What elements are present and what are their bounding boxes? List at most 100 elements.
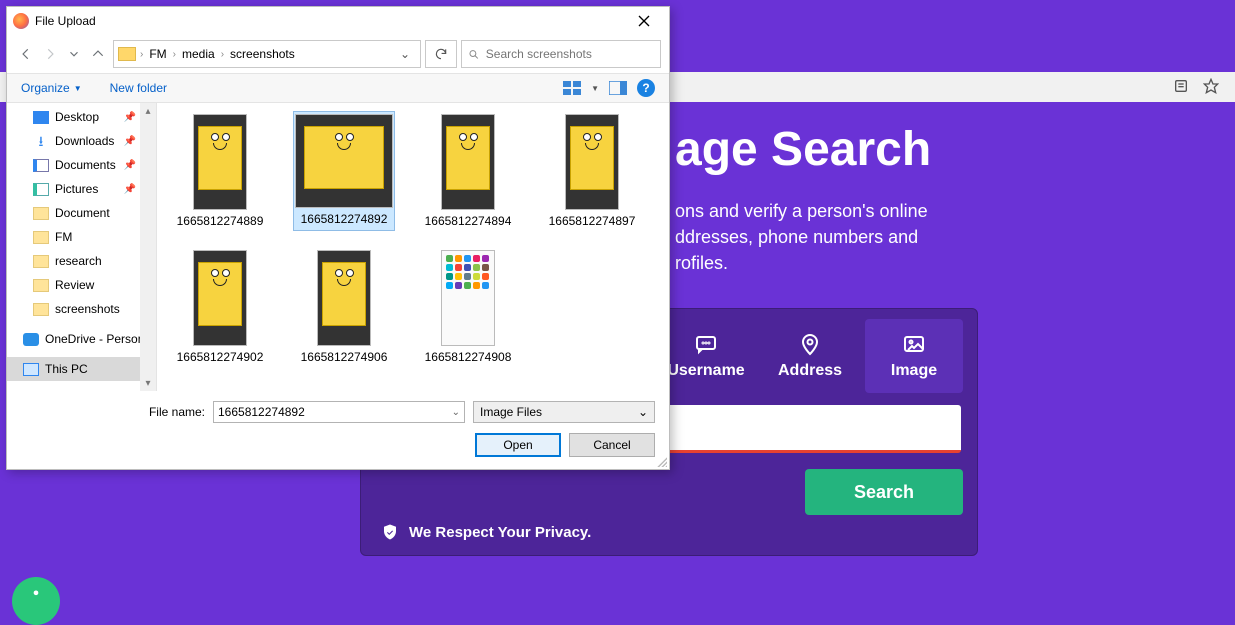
sidebar-item-label: Documents bbox=[55, 158, 116, 172]
file-label: 1665812274908 bbox=[425, 350, 512, 364]
file-list[interactable]: 1665812274889 1665812274892 1665812274894 1… bbox=[157, 103, 669, 391]
breadcrumb-dropdown[interactable]: ⌄ bbox=[394, 47, 416, 61]
sidebar-item-label: Review bbox=[55, 278, 94, 292]
thumbnails-icon bbox=[563, 81, 581, 95]
file-thumbnail bbox=[317, 250, 371, 346]
firefox-icon bbox=[13, 13, 29, 29]
image-icon bbox=[902, 332, 926, 356]
arrow-left-icon bbox=[19, 47, 33, 61]
file-item[interactable]: 1665812274889 bbox=[169, 111, 271, 231]
star-icon[interactable] bbox=[1203, 78, 1219, 97]
close-button[interactable] bbox=[625, 7, 663, 35]
sidebar-scrollbar[interactable]: ▴ ▾ bbox=[140, 103, 156, 391]
pc-icon bbox=[23, 363, 39, 376]
pic-icon bbox=[33, 183, 49, 196]
chevron-down-icon[interactable]: ⌄ bbox=[452, 407, 460, 418]
sidebar-this-pc[interactable]: This PC bbox=[7, 357, 156, 381]
sidebar-item-label: research bbox=[55, 254, 102, 268]
tab-username[interactable]: Username bbox=[657, 319, 755, 393]
organize-menu[interactable]: Organize ▼ bbox=[21, 81, 82, 95]
sidebar-item-label: Pictures bbox=[55, 182, 98, 196]
new-folder-button[interactable]: New folder bbox=[110, 81, 167, 95]
filetype-select[interactable]: Image Files ⌄ bbox=[473, 401, 655, 423]
view-mode-button[interactable] bbox=[563, 81, 581, 95]
sidebar-item-fm[interactable]: FM bbox=[7, 225, 156, 249]
breadcrumb[interactable]: › FM › media › screenshots ⌄ bbox=[113, 40, 421, 68]
open-button[interactable]: Open bbox=[475, 433, 561, 457]
nav-back-button[interactable] bbox=[15, 43, 37, 65]
file-label: 1665812274889 bbox=[177, 214, 264, 228]
reader-icon[interactable] bbox=[1173, 78, 1189, 97]
sidebar-item-downloads[interactable]: ⭳Downloads📌 bbox=[7, 129, 156, 153]
sidebar-item-document[interactable]: Document bbox=[7, 201, 156, 225]
pin-icon: 📌 bbox=[124, 112, 136, 123]
chevron-right-icon: › bbox=[140, 49, 143, 60]
filename-label: File name: bbox=[149, 405, 205, 419]
doc-icon bbox=[33, 159, 49, 172]
sidebar-item-documents[interactable]: Documents 📌 bbox=[7, 153, 156, 177]
sidebar-item-screenshots[interactable]: screenshots bbox=[7, 297, 156, 321]
shield-icon bbox=[381, 523, 399, 541]
pin-icon: 📌 bbox=[124, 160, 136, 171]
refresh-button[interactable] bbox=[425, 40, 457, 68]
page-description: ons and verify a person's online ddresse… bbox=[675, 198, 928, 276]
preview-pane-button[interactable] bbox=[609, 81, 627, 95]
search-box[interactable] bbox=[461, 40, 661, 68]
tab-address[interactable]: Address bbox=[761, 319, 859, 393]
caret-down-icon: ▼ bbox=[74, 84, 82, 93]
file-thumbnail bbox=[441, 250, 495, 346]
file-thumbnail bbox=[565, 114, 619, 210]
folder-icon bbox=[33, 207, 49, 220]
file-label: 1665812274906 bbox=[301, 350, 388, 364]
resize-grip[interactable] bbox=[655, 455, 667, 467]
caret-down-icon[interactable]: ▼ bbox=[591, 84, 599, 93]
sidebar-item-research[interactable]: research bbox=[7, 249, 156, 273]
breadcrumb-item-media[interactable]: media bbox=[178, 47, 219, 61]
folder-icon bbox=[33, 231, 49, 244]
search-input[interactable] bbox=[486, 47, 654, 61]
file-upload-dialog: File Upload › FM › media › screenshots ⌄ bbox=[6, 6, 670, 470]
dialog-title: File Upload bbox=[35, 14, 625, 28]
nav-up-button[interactable] bbox=[87, 43, 109, 65]
scroll-down-icon[interactable]: ▾ bbox=[140, 375, 156, 391]
sidebar-item-review[interactable]: Review bbox=[7, 273, 156, 297]
chat-icon bbox=[694, 332, 718, 356]
file-item[interactable]: 1665812274897 bbox=[541, 111, 643, 231]
page-title: age Search bbox=[675, 122, 931, 177]
privacy-note: We Respect Your Privacy. bbox=[381, 523, 591, 541]
dialog-navbar: › FM › media › screenshots ⌄ bbox=[7, 35, 669, 73]
file-item[interactable]: 1665812274906 bbox=[293, 247, 395, 367]
cancel-button[interactable]: Cancel bbox=[569, 433, 655, 457]
search-button[interactable]: Search bbox=[805, 469, 963, 515]
sidebar-onedrive[interactable]: OneDrive - Person bbox=[7, 327, 156, 351]
file-item[interactable]: 1665812274894 bbox=[417, 111, 519, 231]
accessibility-icon bbox=[22, 587, 50, 615]
pin-icon bbox=[798, 332, 822, 356]
file-thumbnail bbox=[193, 250, 247, 346]
file-item[interactable]: 1665812274902 bbox=[169, 247, 271, 367]
breadcrumb-item-fm[interactable]: FM bbox=[145, 47, 170, 61]
chevron-right-icon: › bbox=[221, 49, 224, 60]
breadcrumb-item-screenshots[interactable]: screenshots bbox=[226, 47, 299, 61]
filename-value: 1665812274892 bbox=[218, 405, 305, 419]
sidebar-item-desktop[interactable]: Desktop📌 bbox=[7, 105, 156, 129]
sidebar-item-label: FM bbox=[55, 230, 72, 244]
sidebar-item-label: Downloads bbox=[55, 134, 114, 148]
nav-forward-button[interactable] bbox=[39, 43, 61, 65]
tab-image[interactable]: Image bbox=[865, 319, 963, 393]
file-item[interactable]: 1665812274908 bbox=[417, 247, 519, 367]
filename-input[interactable]: 1665812274892 ⌄ bbox=[213, 401, 465, 423]
scroll-up-icon[interactable]: ▴ bbox=[140, 103, 156, 119]
chevron-right-icon: › bbox=[173, 49, 176, 60]
nav-recent-button[interactable] bbox=[63, 43, 85, 65]
dialog-toolbar: Organize ▼ New folder ▼ ? bbox=[7, 73, 669, 103]
dl-icon: ⭳ bbox=[33, 135, 49, 148]
arrow-up-icon bbox=[91, 47, 105, 61]
dialog-footer: File name: 1665812274892 ⌄ Image Files ⌄… bbox=[7, 391, 669, 469]
help-button[interactable]: ? bbox=[637, 79, 655, 97]
file-item[interactable]: 1665812274892 bbox=[293, 111, 395, 231]
file-label: 1665812274894 bbox=[425, 214, 512, 228]
accessibility-button[interactable] bbox=[12, 577, 60, 625]
sidebar-item-pictures[interactable]: Pictures📌 bbox=[7, 177, 156, 201]
chevron-down-icon bbox=[67, 47, 81, 61]
